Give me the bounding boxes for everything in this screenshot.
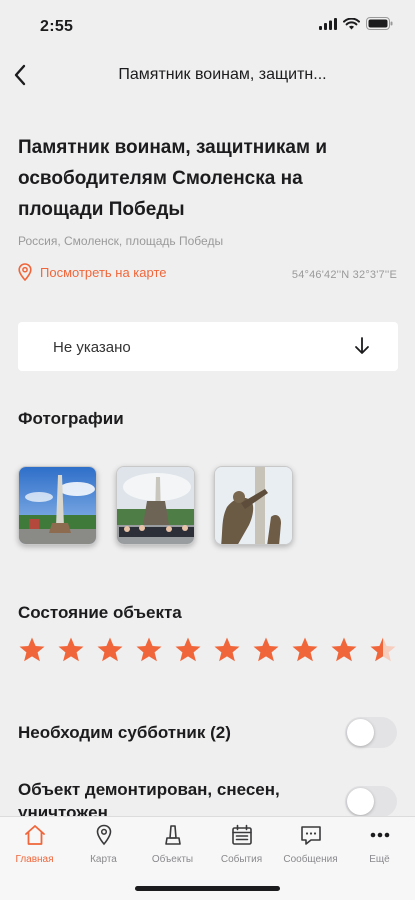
star-icon[interactable] <box>174 636 202 664</box>
star-icon[interactable] <box>291 636 319 664</box>
tab-more[interactable]: Ещё <box>345 823 414 869</box>
nav-bar: Памятник воинам, защитн... <box>0 50 415 100</box>
tab-objects[interactable]: Объекты <box>138 823 207 869</box>
object-title: Памятник воинам, защитникам и освободите… <box>18 137 328 220</box>
photo-thumbnail[interactable] <box>116 466 195 545</box>
star-icon[interactable] <box>135 636 163 664</box>
show-on-map-link[interactable]: Посмотреть на карте <box>18 263 166 281</box>
photo-thumbnail[interactable] <box>214 466 293 545</box>
demolished-toggle[interactable] <box>345 786 397 816</box>
star-icon[interactable] <box>57 636 85 664</box>
tab-bar: Главная Карта Объекты События Сообщения … <box>0 816 415 900</box>
object-details[interactable]: Памятник воинам, защитникам и освободите… <box>0 100 415 816</box>
tab-events[interactable]: События <box>207 823 276 869</box>
cleanup-toggle[interactable] <box>345 717 397 748</box>
tab-label: Главная <box>15 854 54 865</box>
toggle-knob <box>347 719 374 746</box>
star-icon[interactable] <box>330 636 358 664</box>
chat-icon <box>300 826 321 845</box>
photos-title: Фотографии <box>18 409 124 428</box>
wifi-icon <box>343 17 360 29</box>
arrow-down-icon <box>355 337 369 354</box>
signal-icon <box>319 17 337 30</box>
tab-map[interactable]: Карта <box>69 823 138 869</box>
condition-rating[interactable] <box>18 636 397 664</box>
toggle-label: Необходим субботник (2) <box>18 723 231 742</box>
home-indicator <box>135 886 280 891</box>
star-icon[interactable] <box>369 636 397 664</box>
status-dropdown[interactable]: Не указано <box>18 322 398 371</box>
tab-label: События <box>220 854 263 865</box>
tab-label: Сообщения <box>283 854 338 865</box>
nav-title: Памятник воинам, защитн... <box>118 66 327 83</box>
star-icon[interactable] <box>252 636 280 664</box>
toggle-knob <box>347 788 374 815</box>
battery-icon <box>366 17 393 30</box>
calendar-icon <box>231 824 252 845</box>
star-icon[interactable] <box>96 636 124 664</box>
map-pin-icon <box>96 824 111 846</box>
condition-title: Состояние объекта <box>18 603 182 622</box>
toggle-label: Объект демонтирован, снесен, уничтожен <box>18 780 280 816</box>
home-icon <box>24 825 45 845</box>
location-pin-icon <box>18 263 32 281</box>
tab-home[interactable]: Главная <box>0 823 69 869</box>
object-address: Россия, Смоленск, площадь Победы <box>18 234 224 248</box>
status-time: 2:55 <box>40 18 74 35</box>
status-icons <box>319 17 393 30</box>
dropdown-value: Не указано <box>53 339 131 356</box>
monument-icon <box>164 825 181 845</box>
tab-label: Ещё <box>369 854 390 865</box>
star-icon[interactable] <box>213 636 241 664</box>
chevron-left-icon <box>14 64 26 86</box>
show-on-map-label: Посмотреть на карте <box>40 264 167 280</box>
back-button[interactable] <box>6 60 34 90</box>
photo-thumbnail[interactable] <box>18 466 97 545</box>
tab-messages[interactable]: Сообщения <box>276 823 345 869</box>
tab-label: Объекты <box>151 854 194 865</box>
tab-label: Карта <box>90 854 117 865</box>
star-icon[interactable] <box>18 636 46 664</box>
more-icon <box>370 832 389 838</box>
photo-gallery <box>18 466 293 545</box>
coordinates: 54°46'42''N 32°3'7''E <box>291 269 397 281</box>
status-bar: 2:55 <box>0 0 415 50</box>
